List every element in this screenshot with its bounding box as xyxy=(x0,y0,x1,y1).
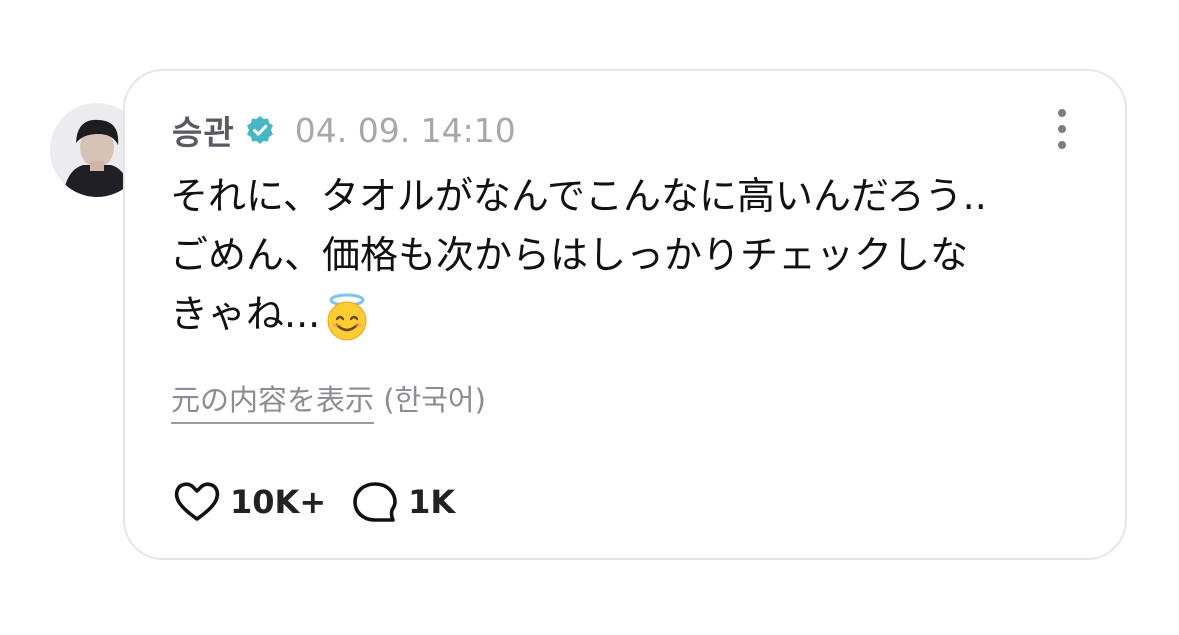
more-options-icon[interactable] xyxy=(1055,109,1069,149)
post-card: 승관 04. 09. 14:10 それに、タオルがなんでこんなに高いんだろう..… xyxy=(123,69,1127,560)
comment-count: 1K xyxy=(408,483,456,521)
post-text-line: それに、タオルがなんでこんなに高いんだろう.. xyxy=(170,174,987,218)
comment-button[interactable]: 1K xyxy=(350,477,455,527)
post-text-segment: きゃね... xyxy=(170,292,321,336)
like-count: 10K+ xyxy=(230,483,327,521)
post-timestamp: 04. 09. 14:10 xyxy=(294,110,516,150)
post-header: 승관 04. 09. 14:10 xyxy=(172,105,516,155)
post-actions: 10K+ 1K xyxy=(172,477,479,527)
show-original-link[interactable]: 元の内容を表示 xyxy=(171,383,374,417)
heart-icon xyxy=(174,482,220,521)
original-language-label: (한국어) xyxy=(374,383,486,417)
post-text-line: ごめん、価格も次からはしっかりチェックしな xyxy=(170,233,969,277)
smiling-face-with-halo-icon xyxy=(322,292,372,342)
like-button[interactable]: 10K+ xyxy=(172,477,326,527)
verified-badge-icon xyxy=(245,115,275,145)
post-text-line: きゃね... xyxy=(170,285,1100,344)
post-text: それに、タオルがなんでこんなに高いんだろう.. ごめん、価格も次からはしっかりチ… xyxy=(170,167,1100,344)
translation-toggle: 元の内容を表示 (한국어) xyxy=(171,377,486,419)
username[interactable]: 승관 xyxy=(172,106,235,154)
comment-bubble-icon xyxy=(353,482,397,522)
